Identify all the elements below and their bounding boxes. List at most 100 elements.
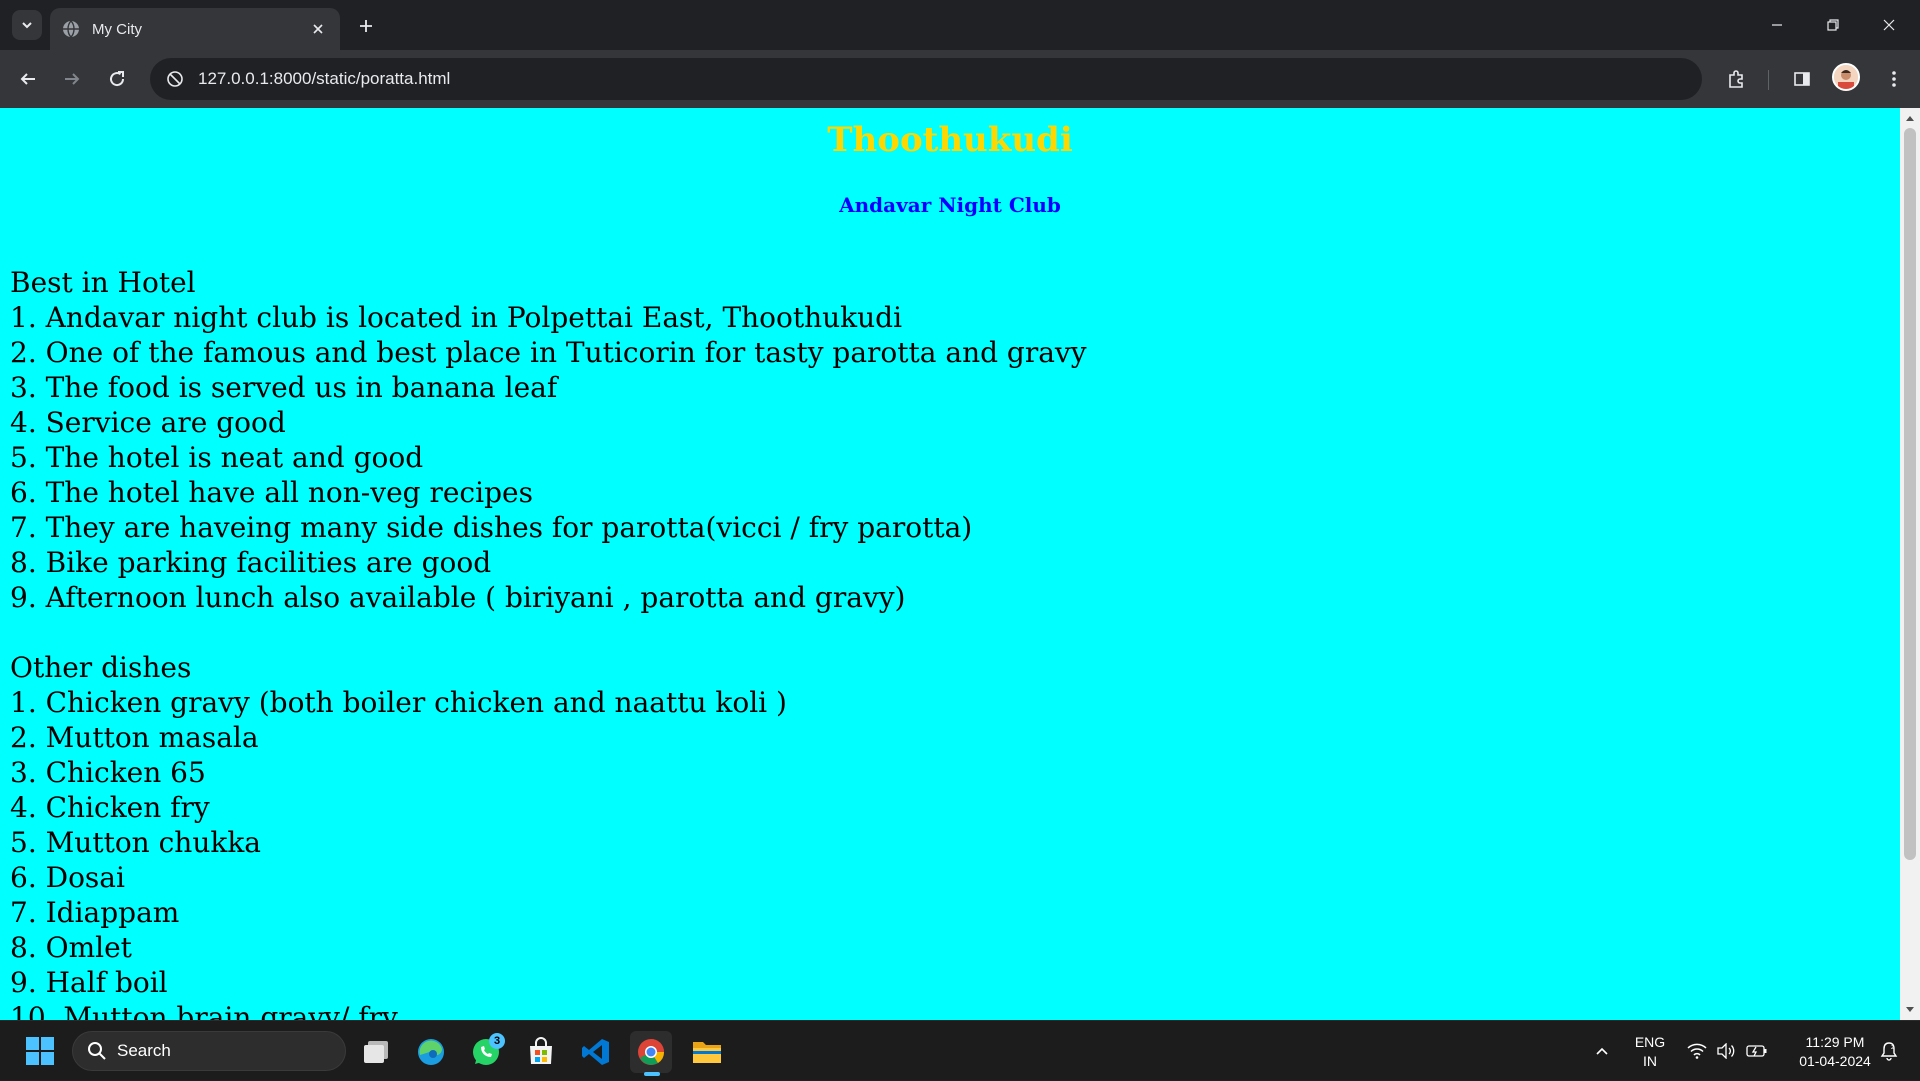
search-label: Search: [117, 1041, 171, 1060]
page-subtitle: Andavar Night Club: [839, 193, 1061, 217]
arrow-left-icon: [20, 73, 35, 85]
tab-strip: My City: [0, 0, 1920, 50]
list-item: 4. Service are good: [10, 406, 286, 439]
notification-badge: 3: [489, 1033, 505, 1049]
input-language-indicator[interactable]: ENG IN: [1628, 1033, 1672, 1071]
menu-button[interactable]: [1878, 63, 1910, 95]
active-app-indicator: [644, 1072, 660, 1076]
close-window-button[interactable]: [1866, 10, 1912, 40]
back-button[interactable]: [12, 63, 44, 95]
show-hidden-icons-button[interactable]: [1588, 1021, 1616, 1081]
battery-status[interactable]: [1744, 1021, 1770, 1081]
edge-app[interactable]: [410, 1031, 452, 1073]
page-content: Thoothukudi Andavar Night Club Best in H…: [0, 108, 1900, 1020]
task-view-button[interactable]: [356, 1031, 398, 1073]
close-icon: [1883, 19, 1895, 31]
address-bar[interactable]: 127.0.0.1:8000/static/poratta.html: [150, 58, 1702, 100]
close-icon: [313, 24, 323, 34]
chevron-up-icon: [1596, 1047, 1608, 1055]
triangle-down-icon: [1906, 1007, 1914, 1012]
list-item: 10. Mutton brain gravy/ fry: [10, 1001, 398, 1020]
browser-tab[interactable]: My City: [50, 8, 340, 50]
list-item: 5. The hotel is neat and good: [10, 441, 424, 474]
page-title: Thoothukudi: [827, 120, 1073, 160]
chevron-down-icon: [22, 22, 32, 29]
side-panel-button[interactable]: [1786, 63, 1818, 95]
list-item: 2. Mutton masala: [10, 721, 259, 754]
wifi-icon: [1687, 1043, 1707, 1059]
scroll-up-button[interactable]: [1904, 112, 1916, 124]
list-item: 7. Idiappam: [10, 896, 180, 929]
edge-icon: [418, 1039, 444, 1065]
vscode-app[interactable]: [575, 1031, 617, 1073]
restore-button[interactable]: [1810, 10, 1856, 40]
more-vertical-icon: [1892, 71, 1896, 87]
svg-text:z: z: [1891, 1044, 1894, 1051]
reload-icon: [110, 71, 125, 87]
bell-snooze-icon: z: [1880, 1042, 1898, 1061]
chrome-app[interactable]: [630, 1031, 672, 1073]
new-tab-button[interactable]: [352, 12, 380, 40]
whatsapp-app[interactable]: 3: [465, 1031, 507, 1073]
plus-icon: [360, 20, 372, 32]
tab-title: My City: [92, 20, 142, 38]
list-item: 5. Mutton chukka: [10, 826, 261, 859]
list-item: 1. Chicken gravy (both boiler chicken an…: [10, 686, 787, 719]
task-view-icon: [364, 1041, 388, 1063]
minimize-button[interactable]: [1754, 10, 1800, 40]
tab-close-button[interactable]: [308, 19, 328, 39]
profile-avatar[interactable]: [1832, 63, 1860, 91]
section-title-other-dishes: Other dishes: [10, 651, 192, 684]
page-viewport: Thoothukudi Andavar Night Club Best in H…: [0, 108, 1920, 1020]
site-info-button[interactable]: [164, 68, 186, 90]
list-item: 9. Afternoon lunch also available ( biri…: [10, 581, 906, 614]
list-item: 1. Andavar night club is located in Polp…: [10, 301, 903, 334]
avatar-icon: [1834, 65, 1858, 89]
list-item: 6. The hotel have all non-veg recipes: [10, 476, 533, 509]
extensions-button[interactable]: [1720, 63, 1752, 95]
chrome-icon: [638, 1039, 665, 1065]
speaker-icon: [1717, 1043, 1735, 1059]
content-body: Best in Hotel 1. Andavar night club is l…: [10, 265, 1087, 1020]
file-explorer-app[interactable]: [686, 1031, 728, 1073]
windows-taskbar: Search 3 ENG IN 11:29 PM 01-04-2024 z: [0, 1020, 1920, 1080]
site-info-icon: [167, 71, 183, 87]
list-item: 8. Bike parking facilities are good: [10, 546, 492, 579]
list-item: 4. Chicken fry: [10, 791, 210, 824]
section-title-best-in-hotel: Best in Hotel: [10, 266, 196, 299]
arrow-right-icon: [65, 73, 80, 85]
triangle-up-icon: [1906, 116, 1914, 121]
browser-toolbar: 127.0.0.1:8000/static/poratta.html: [0, 50, 1920, 108]
scroll-down-button[interactable]: [1904, 1004, 1916, 1016]
wifi-status[interactable]: [1684, 1021, 1710, 1081]
volume-status[interactable]: [1714, 1021, 1740, 1081]
search-icon: [88, 1042, 106, 1060]
restore-icon: [1827, 19, 1839, 31]
list-item: 3. The food is served us in banana leaf: [10, 371, 558, 404]
list-item: 9. Half boil: [10, 966, 168, 999]
battery-charging-icon: [1746, 1045, 1767, 1057]
puzzle-icon: [1729, 70, 1743, 88]
reload-button[interactable]: [101, 63, 133, 95]
vscode-icon: [582, 1039, 609, 1065]
list-item: 6. Dosai: [10, 861, 125, 894]
forward-button[interactable]: [56, 63, 88, 95]
store-app[interactable]: [520, 1031, 562, 1073]
tab-search-button[interactable]: [12, 10, 42, 40]
windows-logo-icon: [26, 1037, 54, 1065]
store-icon: [530, 1037, 552, 1064]
url-text[interactable]: 127.0.0.1:8000/static/poratta.html: [198, 69, 450, 89]
folder-icon: [693, 1042, 721, 1063]
globe-icon: [63, 20, 79, 38]
list-item: 7. They are haveing many side dishes for…: [10, 511, 973, 544]
minimize-icon: [1772, 24, 1782, 26]
list-item: 3. Chicken 65: [10, 756, 206, 789]
language-code: ENG: [1634, 1034, 1666, 1050]
notification-center-button[interactable]: z: [1874, 1021, 1904, 1081]
start-button[interactable]: [22, 1033, 58, 1069]
scroll-thumb[interactable]: [1904, 128, 1916, 860]
toolbar-divider: [1768, 70, 1769, 90]
vertical-scrollbar[interactable]: [1900, 108, 1920, 1020]
taskbar-search[interactable]: Search: [72, 1031, 346, 1071]
